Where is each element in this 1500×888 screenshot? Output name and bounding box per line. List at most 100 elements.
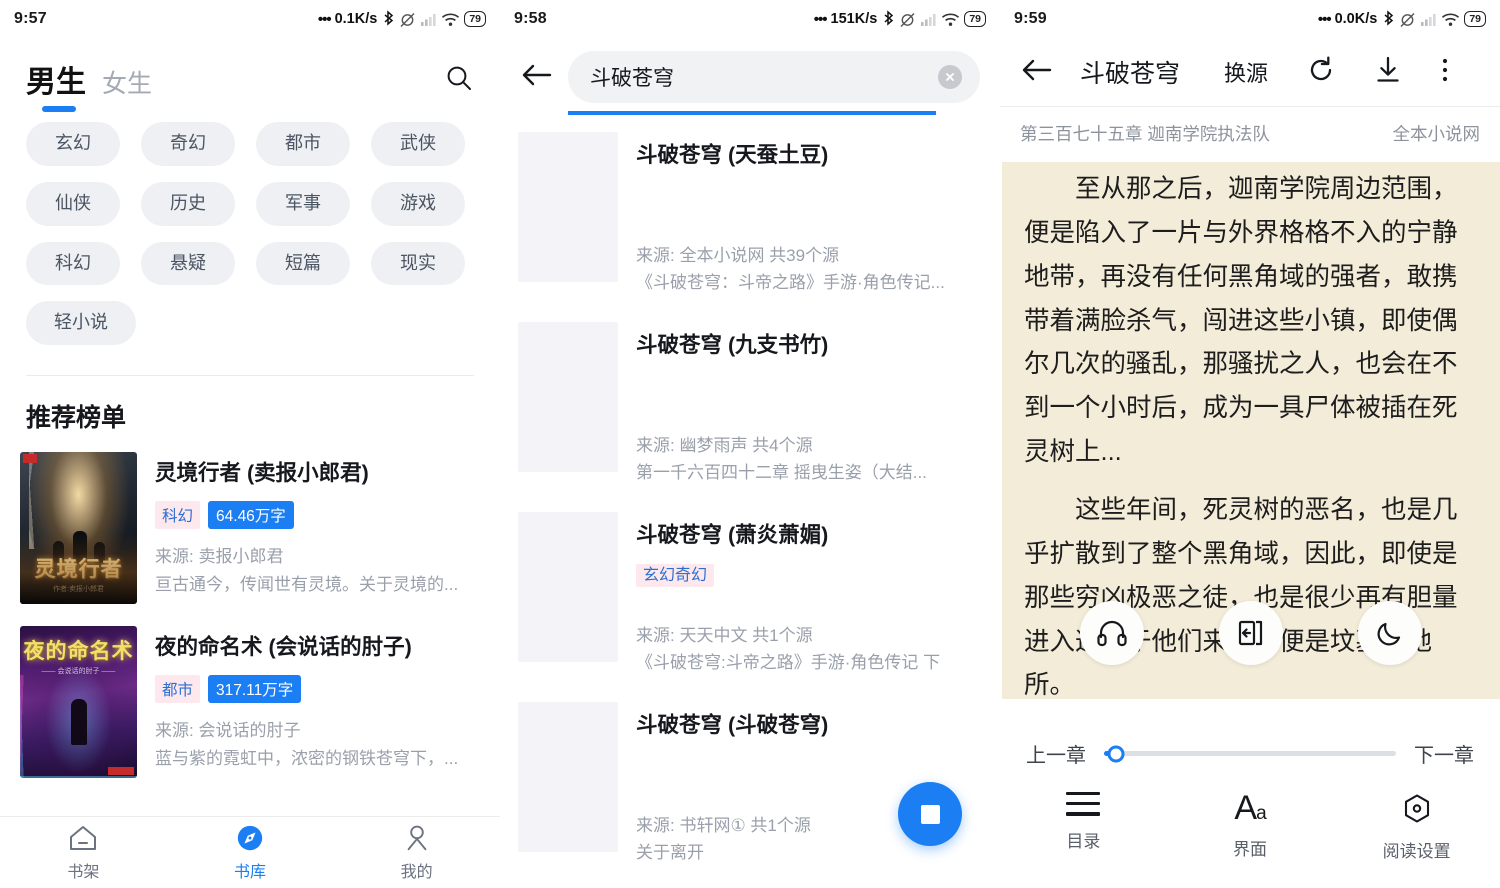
alarm-muted-icon [899, 11, 916, 28]
word-count-badge: 64.46万字 [208, 501, 294, 530]
clear-icon[interactable] [938, 65, 962, 89]
recommend-book-list: 灵境行者 作者:卖报小郎君 灵境行者 (卖报小郎君) 科幻 64.46万字 来源… [0, 442, 500, 790]
tab-male[interactable]: 男生 [26, 68, 86, 112]
list-item[interactable]: 夜的命名术 —— 会说话的肘子 —— 夜的命名术 (会说话的肘子) 都市 317… [20, 616, 480, 790]
category-chip[interactable]: 玄幻 [26, 122, 120, 166]
settings-hex-icon [1404, 794, 1429, 823]
book-description: 蓝与紫的霓虹中，浓密的钢铁苍穹下，... [155, 748, 459, 768]
paragraph: 至从那之后，迦南学院周边范围，便是陷入了一片与外界格格不入的宁静地带，再没有任何… [1024, 175, 1458, 467]
floating-action-row [1002, 601, 1500, 665]
stop-icon [920, 804, 940, 824]
category-chip[interactable]: 现实 [371, 241, 465, 286]
source-name[interactable]: 全本小说网 [1393, 121, 1481, 146]
category-chip[interactable]: 奇幻 [141, 122, 235, 166]
search-input[interactable]: 斗破苍穹 [568, 51, 980, 103]
battery-indicator: 79 [1464, 11, 1486, 27]
status-time: 9:58 [514, 10, 547, 27]
wifi-icon [941, 12, 960, 27]
result-body: 斗破苍穹 (九支书竹) 来源: 幽梦雨声 共4个源 第一千六百四十二章 摇曳生姿… [636, 314, 982, 504]
genre-badge: 玄幻奇幻 [636, 564, 715, 587]
book-tags: 都市 317.11万字 [155, 675, 480, 704]
book-cover-placeholder [518, 702, 618, 852]
tab-female[interactable]: 女生 [102, 72, 152, 100]
tab-label: 书库 [234, 864, 267, 881]
more-vertical-icon[interactable] [1440, 55, 1450, 90]
moon-icon [1377, 622, 1401, 646]
category-chip[interactable]: 都市 [256, 122, 350, 166]
category-chip[interactable]: 悬疑 [141, 241, 235, 286]
result-source: 来源: 天天中文 共1个源 [636, 625, 813, 645]
result-title: 斗破苍穹 (九支书竹) [636, 333, 829, 357]
bookshelf-icon [70, 826, 97, 850]
back-arrow-icon[interactable] [1020, 56, 1054, 89]
book-description: 亘古通今，传闻世有灵境。关于灵境的... [155, 574, 459, 594]
bluetooth-icon [882, 9, 895, 29]
cover-badge [23, 454, 37, 464]
book-info: 灵境行者 (卖报小郎君) 科幻 64.46万字 来源: 卖报小郎君 亘古通今，传… [155, 452, 480, 604]
section-title-recommend: 推荐榜单 [26, 404, 127, 433]
chapter-progress-slider[interactable] [1104, 745, 1396, 762]
book-cover: 夜的命名术 —— 会说话的肘子 —— [20, 626, 137, 779]
interface-button[interactable]: Aa 界面 [1167, 789, 1334, 862]
status-icons: ••• 151K/s 79 [814, 9, 986, 29]
category-badge: 都市 [155, 675, 201, 704]
battery-indicator: 79 [464, 11, 486, 27]
word-count-badge: 317.11万字 [208, 675, 302, 704]
category-chip[interactable]: 轻小说 [26, 301, 136, 346]
cover-badge [108, 767, 134, 776]
tab-label: 我的 [400, 864, 433, 881]
category-chip[interactable]: 武侠 [371, 122, 465, 166]
status-time: 9:57 [14, 10, 47, 27]
category-chip[interactable]: 游戏 [371, 181, 465, 226]
book-cover-placeholder [518, 512, 618, 662]
category-chip-list: 玄幻 奇幻 都市 武侠 仙侠 历史 军事 游戏 科幻 悬疑 短篇 现实 轻小说 [0, 100, 500, 346]
listen-button[interactable] [1079, 601, 1144, 665]
tab-bookshelf[interactable]: 书架 [0, 823, 167, 882]
category-chip[interactable]: 军事 [256, 181, 350, 226]
search-icon[interactable] [444, 63, 474, 100]
cover-silhouette [71, 699, 88, 745]
book-source: 来源: 卖报小郎君 [155, 547, 284, 567]
prev-chapter-button[interactable]: 上一章 [1026, 739, 1086, 768]
category-chip[interactable]: 历史 [141, 181, 235, 226]
toc-button[interactable]: 目录 [1000, 792, 1167, 862]
network-speed: 151K/s [830, 11, 878, 27]
cover-title: 灵境行者 [34, 557, 123, 581]
tab-library[interactable]: 书库 [167, 823, 334, 882]
screen-button[interactable] [1218, 601, 1283, 665]
change-source-button[interactable]: 换源 [1224, 56, 1268, 88]
wifi-icon [441, 12, 460, 27]
library-header: 男生 女生 [0, 38, 500, 112]
night-mode-button[interactable] [1358, 601, 1423, 665]
result-chapter: 《斗破苍穹：斗帝之路》手游·角色传记... [636, 272, 945, 292]
refresh-icon[interactable] [1306, 55, 1336, 90]
network-dots: ••• [317, 10, 332, 28]
list-item[interactable]: 斗破苍穹 (九支书竹) 来源: 幽梦雨声 共4个源 第一千六百四十二章 摇曳生姿… [500, 314, 1000, 504]
font-size-icon: Aa [1234, 789, 1266, 827]
result-body: 斗破苍穹 (萧炎萧媚) 玄幻奇幻 来源: 天天中文 共1个源 《斗破苍穹:斗帝之… [636, 504, 982, 694]
status-bar-library: 9:57 ••• 0.1K/s 79 [0, 0, 500, 38]
network-dots: ••• [1317, 10, 1332, 28]
result-meta: 来源: 幽梦雨声 共4个源 第一千六百四十二章 摇曳生姿（大结... [636, 432, 982, 504]
reading-settings-button[interactable]: 阅读设置 [1333, 792, 1500, 862]
list-item[interactable]: 灵境行者 作者:卖报小郎君 灵境行者 (卖报小郎君) 科幻 64.46万字 来源… [20, 442, 480, 616]
category-chip[interactable]: 短篇 [256, 241, 350, 286]
result-source: 来源: 幽梦雨声 共4个源 [636, 435, 813, 455]
result-body: 斗破苍穹 (天蚕土豆) 来源: 全本小说网 共39个源 《斗破苍穹：斗帝之路》手… [636, 124, 982, 314]
tab-profile[interactable]: 我的 [333, 823, 500, 882]
list-item[interactable]: 斗破苍穹 (天蚕土豆) 来源: 全本小说网 共39个源 《斗破苍穹：斗帝之路》手… [500, 124, 1000, 314]
category-chip[interactable]: 科幻 [26, 241, 120, 286]
reader-content[interactable]: 至从那之后，迦南学院周边范围，便是陷入了一片与外界格格不入的宁静地带，再没有任何… [1002, 162, 1500, 699]
status-icons: ••• 0.1K/s 79 [317, 9, 486, 29]
category-chip[interactable]: 仙侠 [26, 181, 120, 226]
back-arrow-icon[interactable] [520, 61, 554, 94]
stop-search-fab[interactable] [898, 782, 962, 846]
slider-knob[interactable] [1107, 745, 1125, 762]
next-chapter-button[interactable]: 下一章 [1414, 739, 1474, 768]
alarm-muted-icon [399, 11, 416, 28]
status-bar-search: 9:58 ••• 151K/s 79 [500, 0, 1000, 38]
reader-screen: 9:59 ••• 0.0K/s 79 斗破苍穹 换源 第三百七十五章 迦南学院执… [1000, 0, 1500, 888]
download-icon[interactable] [1374, 55, 1402, 90]
list-item[interactable]: 斗破苍穹 (萧炎萧媚) 玄幻奇幻 来源: 天天中文 共1个源 《斗破苍穹:斗帝之… [500, 504, 1000, 694]
result-chapter: 第一千六百四十二章 摇曳生姿（大结... [636, 462, 927, 482]
